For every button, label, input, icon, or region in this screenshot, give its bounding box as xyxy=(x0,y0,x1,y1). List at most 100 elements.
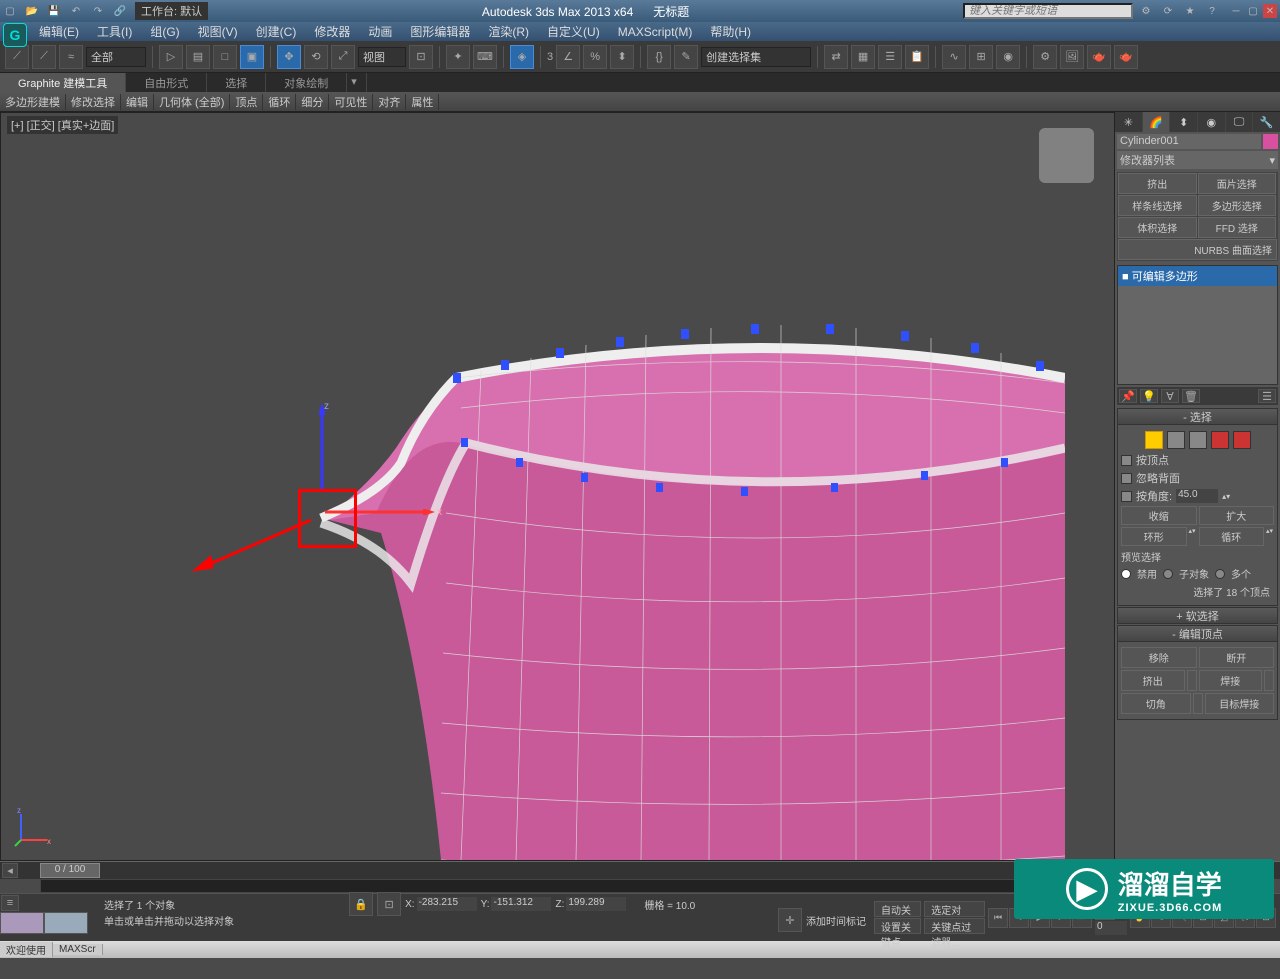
undo-icon[interactable]: ↶ xyxy=(69,4,83,18)
menu-customize[interactable]: 自定义(U) xyxy=(538,23,609,40)
rib-align[interactable]: 对齐 xyxy=(373,94,406,110)
coord-x-field[interactable]: -283.215 xyxy=(417,897,477,911)
percent-snap-button[interactable]: % xyxy=(583,45,607,69)
spinner-arrows[interactable]: ▴▾ xyxy=(1222,492,1230,501)
selected-button[interactable]: 选定对 xyxy=(924,901,985,917)
object-name-field[interactable]: Cylinder001 xyxy=(1117,134,1261,149)
stack-editable-poly[interactable]: ■ 可编辑多边形 xyxy=(1118,266,1277,286)
remove-mod-icon[interactable]: 🗑 xyxy=(1182,389,1200,403)
crosshair-icon[interactable]: ✛ xyxy=(778,908,802,932)
save-icon[interactable]: 💾 xyxy=(47,4,61,18)
redo-icon[interactable]: ↷ xyxy=(91,4,105,18)
unique-icon[interactable]: ∀ xyxy=(1161,389,1179,403)
new-icon[interactable]: ▢ xyxy=(3,4,17,18)
ring-spinner[interactable]: ▴▾ xyxy=(1189,527,1197,546)
rib-visibility[interactable]: 可见性 xyxy=(329,94,373,110)
modifier-stack[interactable]: ■ 可编辑多边形 xyxy=(1117,265,1278,385)
tab-create-icon[interactable]: ✳ xyxy=(1115,112,1142,132)
extrude-settings[interactable] xyxy=(1187,670,1197,691)
add-time-tag[interactable]: 添加时间标记 xyxy=(806,913,866,928)
grow-button[interactable]: 扩大 xyxy=(1199,506,1275,525)
viewport[interactable]: [+] [正交] [真实+边面] xyxy=(0,112,1115,861)
align-button[interactable]: ▦ xyxy=(851,45,875,69)
by-angle-check[interactable] xyxy=(1121,491,1132,502)
btn-nurbssurf[interactable]: NURBS 曲面选择 xyxy=(1118,239,1277,260)
select-button[interactable]: ▷ xyxy=(159,45,183,69)
subobj-polygon-icon[interactable] xyxy=(1211,431,1229,449)
setkey-button[interactable]: 设置关键点 xyxy=(874,918,921,934)
scale-button[interactable]: ⤢ xyxy=(331,45,355,69)
select-rect-button[interactable]: □ xyxy=(213,45,237,69)
status-set1[interactable] xyxy=(0,912,44,934)
footer-welcome[interactable]: 欢迎使用 xyxy=(0,942,53,957)
rib-polymodel[interactable]: 多边形建模 xyxy=(0,94,66,110)
rib-modsel[interactable]: 修改选择 xyxy=(66,94,121,110)
menu-animation[interactable]: 动画 xyxy=(359,23,401,40)
btn-ffdsel[interactable]: FFD 选择 xyxy=(1198,217,1277,238)
btn-polysel[interactable]: 多边形选择 xyxy=(1198,195,1277,216)
render-setup-button[interactable]: ⚙ xyxy=(1033,45,1057,69)
goto-start-icon[interactable]: ⏮ xyxy=(988,908,1008,928)
render-prod-button[interactable]: 🫖 xyxy=(1114,45,1138,69)
schematic-view-button[interactable]: ⊞ xyxy=(969,45,993,69)
tab-hierarchy-icon[interactable]: ⬍ xyxy=(1170,112,1197,132)
subobj-border-icon[interactable] xyxy=(1189,431,1207,449)
configure-icon[interactable]: ☰ xyxy=(1258,389,1276,403)
coord-y-field[interactable]: -151.312 xyxy=(491,897,551,911)
object-color-swatch[interactable] xyxy=(1263,134,1278,149)
tab-paint[interactable]: 对象绘制 xyxy=(266,73,347,92)
remove-button[interactable]: 移除 xyxy=(1121,647,1197,668)
menu-tools[interactable]: 工具(I) xyxy=(88,23,141,40)
favorite-icon[interactable]: ★ xyxy=(1183,4,1197,18)
open-icon[interactable]: 📂 xyxy=(25,4,39,18)
menu-modifiers[interactable]: 修改器 xyxy=(305,23,359,40)
subobj-vertex-icon[interactable] xyxy=(1145,431,1163,449)
spinner-snap-button[interactable]: ⬍ xyxy=(610,45,634,69)
rib-vertex[interactable]: 顶点 xyxy=(230,94,263,110)
maximize-button[interactable]: ▢ xyxy=(1246,4,1260,18)
move-button[interactable]: ✥ xyxy=(277,45,301,69)
targetweld-button[interactable]: 目标焊接 xyxy=(1205,693,1275,714)
workspace-dropdown[interactable]: 工作台: 默认 xyxy=(135,2,208,20)
subobj-element-icon[interactable] xyxy=(1233,431,1251,449)
curve-editor-button[interactable]: ∿ xyxy=(942,45,966,69)
current-frame-field[interactable]: 0 xyxy=(1095,921,1127,935)
selection-filter[interactable]: 全部 xyxy=(86,47,146,67)
unlink-button[interactable]: ⟋ xyxy=(32,45,56,69)
break-button[interactable]: 断开 xyxy=(1199,647,1275,668)
pivot-button[interactable]: ⊡ xyxy=(409,45,433,69)
tab-motion-icon[interactable]: ◉ xyxy=(1198,112,1225,132)
status-set2[interactable] xyxy=(44,912,88,934)
menu-maxscript[interactable]: MAXScript(M) xyxy=(609,25,702,39)
btn-extrude[interactable]: 挤出 xyxy=(1118,173,1197,194)
show-result-icon[interactable]: 💡 xyxy=(1140,389,1158,403)
footer-maxscript[interactable]: MAXScr xyxy=(53,944,103,955)
menu-edit[interactable]: 编辑(E) xyxy=(30,23,88,40)
tab-selection[interactable]: 选择 xyxy=(207,73,266,92)
menu-help[interactable]: 帮助(H) xyxy=(701,23,760,40)
named-sets-edit-button[interactable]: ✎ xyxy=(674,45,698,69)
chamfer-button[interactable]: 切角 xyxy=(1121,693,1191,714)
menu-views[interactable]: 视图(V) xyxy=(189,23,247,40)
material-editor-button[interactable]: ◉ xyxy=(996,45,1020,69)
select-name-button[interactable]: ▤ xyxy=(186,45,210,69)
by-vertex-check[interactable]: 按顶点 xyxy=(1121,452,1274,468)
refcoord-dropdown[interactable]: 视图 xyxy=(358,47,406,67)
select-manipulate-button[interactable]: ✦ xyxy=(446,45,470,69)
gizmo-z-axis[interactable] xyxy=(319,403,325,489)
tab-display-icon[interactable]: 🖵 xyxy=(1226,112,1253,132)
angle-spinner[interactable]: 45.0 xyxy=(1176,489,1218,503)
rib-subdiv[interactable]: 细分 xyxy=(296,94,329,110)
rollout-selection-header[interactable]: - 选择 xyxy=(1117,408,1278,425)
modifier-list-dropdown[interactable]: 修改器列表▾ xyxy=(1117,151,1278,169)
extrude-button[interactable]: 挤出 xyxy=(1121,670,1185,691)
select-link-button[interactable]: ⟋ xyxy=(5,45,29,69)
rib-edit[interactable]: 编辑 xyxy=(121,94,154,110)
tab-utilities-icon[interactable]: 🔧 xyxy=(1253,112,1280,132)
btn-volsel[interactable]: 体积选择 xyxy=(1118,217,1197,238)
ignore-backfacing-check[interactable]: 忽略背面 xyxy=(1121,470,1274,486)
coord-z-field[interactable]: 199.289 xyxy=(566,897,626,911)
rib-props[interactable]: 属性 xyxy=(406,94,439,110)
app-menu-button[interactable]: G xyxy=(3,23,27,47)
search-input[interactable] xyxy=(963,3,1133,19)
